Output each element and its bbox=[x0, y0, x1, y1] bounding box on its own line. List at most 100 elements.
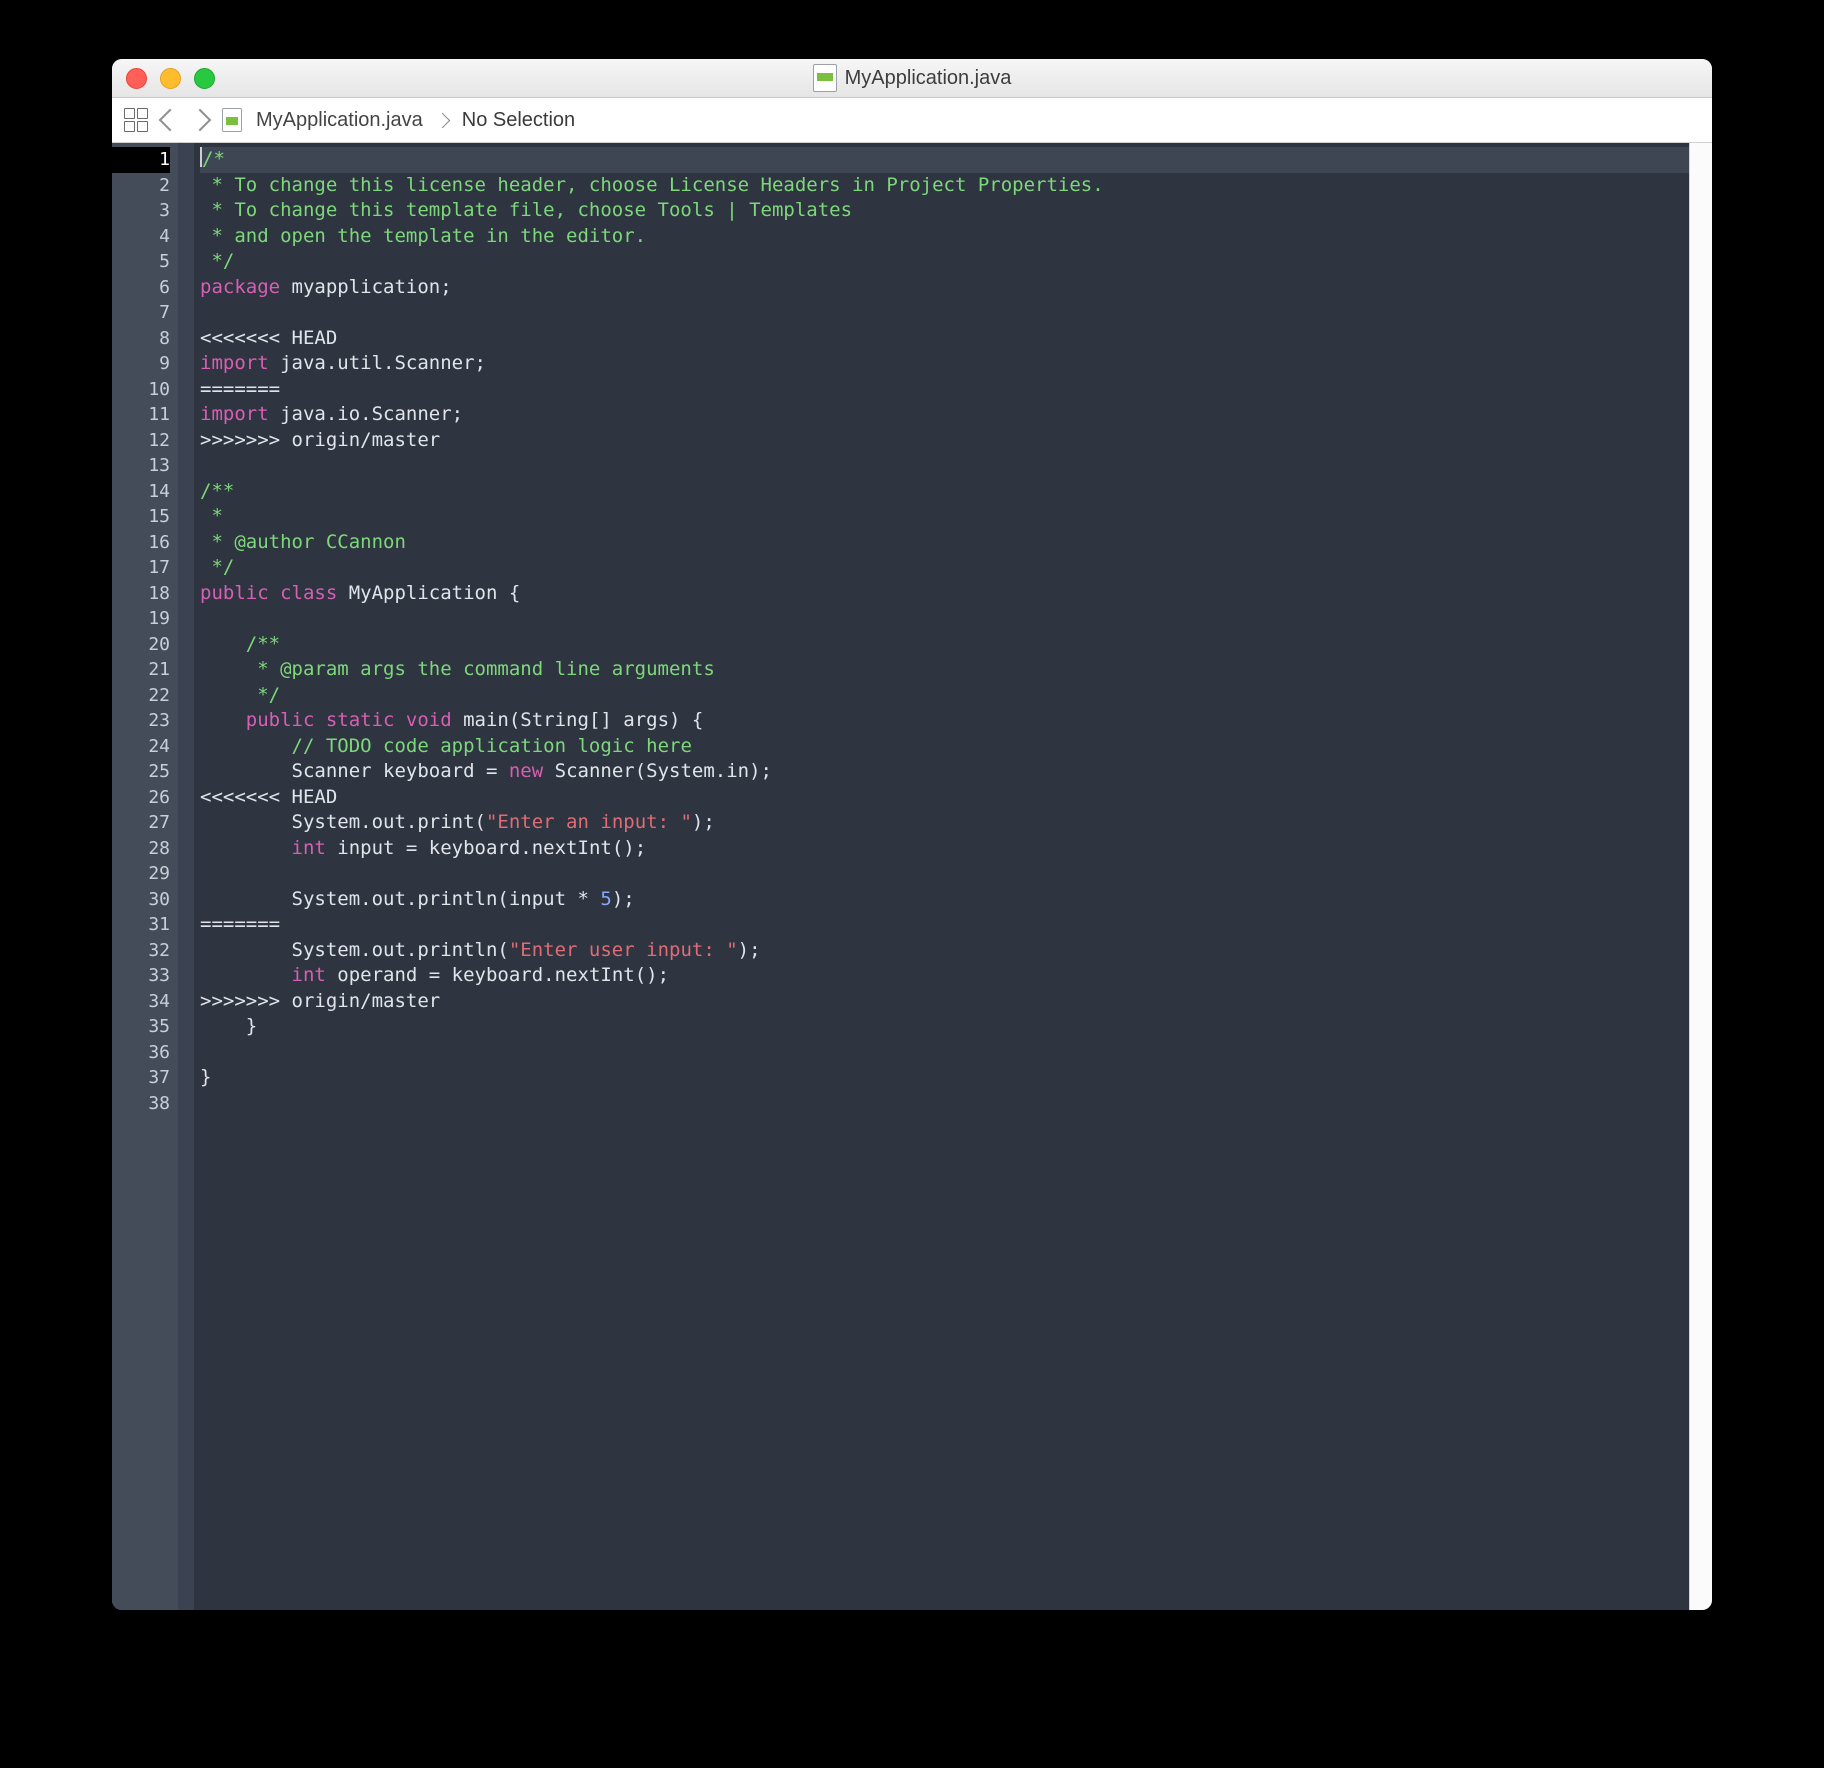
line-number[interactable]: 3 bbox=[112, 198, 170, 224]
code-line[interactable]: */ bbox=[200, 555, 1689, 581]
code-token: } bbox=[200, 1066, 211, 1088]
related-items-icon[interactable] bbox=[124, 108, 148, 132]
line-number[interactable]: 8 bbox=[112, 326, 170, 352]
vertical-scrollbar[interactable] bbox=[1689, 143, 1712, 1610]
code-token: >>>>>>> origin/master bbox=[200, 429, 440, 451]
line-number[interactable]: 26 bbox=[112, 785, 170, 811]
line-number[interactable]: 5 bbox=[112, 249, 170, 275]
code-line[interactable]: >>>>>>> origin/master bbox=[200, 989, 1689, 1015]
code-line[interactable] bbox=[200, 300, 1689, 326]
code-line[interactable]: import java.io.Scanner; bbox=[200, 402, 1689, 428]
line-number[interactable]: 6 bbox=[112, 275, 170, 301]
zoom-window-button[interactable] bbox=[194, 68, 215, 89]
line-number[interactable]: 25 bbox=[112, 759, 170, 785]
line-number[interactable]: 7 bbox=[112, 300, 170, 326]
code-token: 5 bbox=[600, 888, 611, 910]
code-line[interactable]: // TODO code application logic here bbox=[200, 734, 1689, 760]
line-number[interactable]: 19 bbox=[112, 606, 170, 632]
code-token: ); bbox=[692, 811, 715, 833]
code-line[interactable]: System.out.print("Enter an input: "); bbox=[200, 810, 1689, 836]
nav-back-button[interactable] bbox=[159, 109, 182, 132]
code-token: operand = keyboard.nextInt(); bbox=[326, 964, 669, 986]
code-line[interactable]: */ bbox=[200, 683, 1689, 709]
code-token: */ bbox=[200, 250, 234, 272]
code-line[interactable] bbox=[200, 606, 1689, 632]
code-line[interactable]: * @author CCannon bbox=[200, 530, 1689, 556]
line-number[interactable]: 4 bbox=[112, 224, 170, 250]
line-number[interactable]: 38 bbox=[112, 1091, 170, 1117]
code-token: */ bbox=[200, 684, 280, 706]
line-number[interactable]: 28 bbox=[112, 836, 170, 862]
code-line[interactable]: * To change this template file, choose T… bbox=[200, 198, 1689, 224]
line-number[interactable]: 21 bbox=[112, 657, 170, 683]
line-number[interactable]: 2 bbox=[112, 173, 170, 199]
line-number[interactable]: 16 bbox=[112, 530, 170, 556]
fold-strip[interactable] bbox=[178, 143, 194, 1610]
nav-forward-button[interactable] bbox=[189, 109, 212, 132]
line-number[interactable]: 15 bbox=[112, 504, 170, 530]
line-number[interactable]: 32 bbox=[112, 938, 170, 964]
line-number[interactable]: 1 bbox=[112, 147, 170, 173]
code-line[interactable]: <<<<<<< HEAD bbox=[200, 785, 1689, 811]
editor-window: MyApplication.java MyApplication.java No… bbox=[112, 59, 1712, 1610]
code-area[interactable]: /* * To change this license header, choo… bbox=[194, 143, 1689, 1610]
code-line[interactable]: public class MyApplication { bbox=[200, 581, 1689, 607]
line-number[interactable]: 18 bbox=[112, 581, 170, 607]
line-number[interactable]: 27 bbox=[112, 810, 170, 836]
code-line[interactable]: * To change this license header, choose … bbox=[200, 173, 1689, 199]
line-number[interactable]: 24 bbox=[112, 734, 170, 760]
code-line[interactable]: public static void main(String[] args) { bbox=[200, 708, 1689, 734]
code-line[interactable]: /** bbox=[200, 479, 1689, 505]
minimize-window-button[interactable] bbox=[160, 68, 181, 89]
code-line[interactable]: * @param args the command line arguments bbox=[200, 657, 1689, 683]
code-line[interactable]: ======= bbox=[200, 912, 1689, 938]
code-token: System.out.print( bbox=[200, 811, 486, 833]
line-number[interactable]: 20 bbox=[112, 632, 170, 658]
code-line[interactable]: int operand = keyboard.nextInt(); bbox=[200, 963, 1689, 989]
line-number[interactable]: 36 bbox=[112, 1040, 170, 1066]
line-number-gutter[interactable]: 1234567891011121314151617181920212223242… bbox=[112, 143, 178, 1610]
line-number[interactable]: 37 bbox=[112, 1065, 170, 1091]
line-number[interactable]: 17 bbox=[112, 555, 170, 581]
code-line[interactable]: } bbox=[200, 1014, 1689, 1040]
code-line[interactable]: import java.util.Scanner; bbox=[200, 351, 1689, 377]
line-number[interactable]: 11 bbox=[112, 402, 170, 428]
breadcrumb-selection[interactable]: No Selection bbox=[462, 109, 575, 132]
code-line[interactable]: /* bbox=[200, 147, 1689, 173]
code-line[interactable]: ======= bbox=[200, 377, 1689, 403]
line-number[interactable]: 31 bbox=[112, 912, 170, 938]
code-line[interactable]: >>>>>>> origin/master bbox=[200, 428, 1689, 454]
code-token: MyApplication { bbox=[337, 582, 520, 604]
close-window-button[interactable] bbox=[126, 68, 147, 89]
code-line[interactable]: <<<<<<< HEAD bbox=[200, 326, 1689, 352]
code-token: int bbox=[292, 837, 326, 859]
code-line[interactable]: /** bbox=[200, 632, 1689, 658]
line-number[interactable]: 30 bbox=[112, 887, 170, 913]
code-line[interactable]: int input = keyboard.nextInt(); bbox=[200, 836, 1689, 862]
code-line[interactable]: */ bbox=[200, 249, 1689, 275]
line-number[interactable]: 29 bbox=[112, 861, 170, 887]
code-line[interactable]: package myapplication; bbox=[200, 275, 1689, 301]
line-number[interactable]: 23 bbox=[112, 708, 170, 734]
breadcrumb-file[interactable]: MyApplication.java bbox=[256, 109, 423, 132]
line-number[interactable]: 13 bbox=[112, 453, 170, 479]
code-line[interactable] bbox=[200, 453, 1689, 479]
line-number[interactable]: 14 bbox=[112, 479, 170, 505]
code-line[interactable]: Scanner keyboard = new Scanner(System.in… bbox=[200, 759, 1689, 785]
code-line[interactable]: * and open the template in the editor. bbox=[200, 224, 1689, 250]
code-line[interactable]: * bbox=[200, 504, 1689, 530]
code-line[interactable]: System.out.println(input * 5); bbox=[200, 887, 1689, 913]
code-line[interactable] bbox=[200, 1040, 1689, 1066]
line-number[interactable]: 35 bbox=[112, 1014, 170, 1040]
code-line[interactable] bbox=[200, 861, 1689, 887]
line-number[interactable]: 10 bbox=[112, 377, 170, 403]
code-line[interactable] bbox=[200, 1091, 1689, 1117]
line-number[interactable]: 9 bbox=[112, 351, 170, 377]
code-line[interactable]: } bbox=[200, 1065, 1689, 1091]
line-number[interactable]: 34 bbox=[112, 989, 170, 1015]
line-number[interactable]: 33 bbox=[112, 963, 170, 989]
line-number[interactable]: 22 bbox=[112, 683, 170, 709]
code-token: input = keyboard.nextInt(); bbox=[326, 837, 646, 859]
line-number[interactable]: 12 bbox=[112, 428, 170, 454]
code-line[interactable]: System.out.println("Enter user input: ")… bbox=[200, 938, 1689, 964]
